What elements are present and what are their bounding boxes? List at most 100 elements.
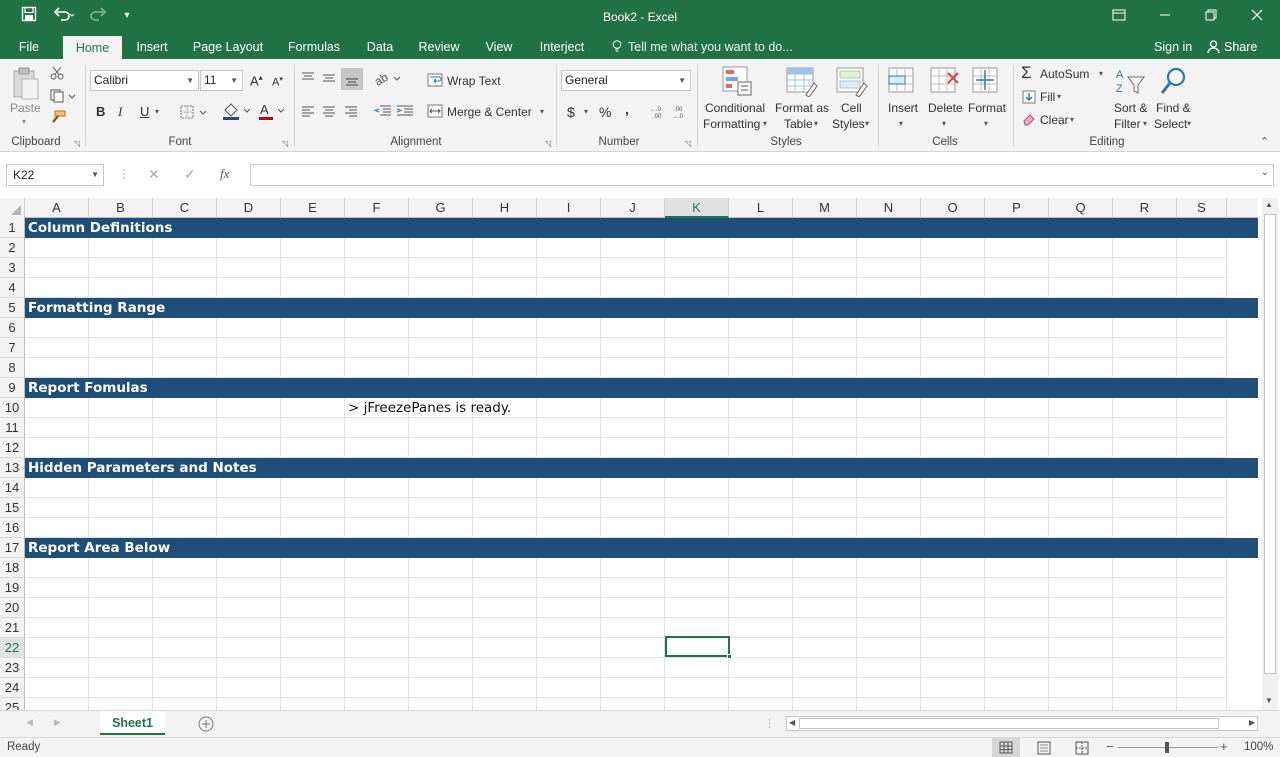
- cell[interactable]: [601, 558, 665, 578]
- clear-dropdown-icon[interactable]: ▾: [1070, 115, 1074, 124]
- cell[interactable]: [601, 278, 665, 298]
- cell[interactable]: [473, 278, 537, 298]
- cell[interactable]: [25, 338, 89, 358]
- cell[interactable]: [1113, 638, 1177, 658]
- cell[interactable]: [473, 498, 537, 518]
- cell[interactable]: [537, 658, 601, 678]
- cell[interactable]: [89, 278, 153, 298]
- section-header-row[interactable]: Hidden Parameters and Notes: [25, 458, 1258, 478]
- cell[interactable]: [601, 338, 665, 358]
- fill-icon[interactable]: [1022, 90, 1036, 107]
- cell[interactable]: [281, 258, 345, 278]
- cell[interactable]: [1113, 398, 1177, 418]
- column-header-s[interactable]: S: [1177, 198, 1227, 218]
- cell[interactable]: [89, 558, 153, 578]
- cell[interactable]: [793, 358, 857, 378]
- cell[interactable]: [601, 258, 665, 278]
- cell[interactable]: [473, 658, 537, 678]
- scroll-right-icon[interactable]: ▶: [1249, 718, 1255, 727]
- cell[interactable]: [217, 318, 281, 338]
- format-cells-icon[interactable]: [972, 67, 1002, 100]
- paste-dropdown-icon[interactable]: ▾: [22, 117, 26, 126]
- cell[interactable]: [729, 318, 793, 338]
- cell[interactable]: [857, 258, 921, 278]
- cell[interactable]: [985, 698, 1049, 710]
- column-header-g[interactable]: G: [409, 198, 473, 218]
- cell[interactable]: [793, 338, 857, 358]
- cell[interactable]: [921, 278, 985, 298]
- row-header-11[interactable]: 11: [0, 418, 25, 438]
- cell[interactable]: [985, 338, 1049, 358]
- cell[interactable]: [409, 338, 473, 358]
- cell[interactable]: [473, 438, 537, 458]
- cell[interactable]: [25, 398, 89, 418]
- cell[interactable]: [409, 618, 473, 638]
- cell[interactable]: [473, 518, 537, 538]
- cell[interactable]: [729, 498, 793, 518]
- cell[interactable]: [729, 678, 793, 698]
- sort-filter-icon[interactable]: AZ: [1114, 67, 1146, 100]
- horizontal-scrollbar[interactable]: ◀ ▶: [786, 716, 1258, 731]
- cell[interactable]: [217, 438, 281, 458]
- cell[interactable]: [89, 618, 153, 638]
- cell[interactable]: [345, 278, 409, 298]
- cell[interactable]: [345, 658, 409, 678]
- cell[interactable]: [857, 598, 921, 618]
- cell[interactable]: [985, 678, 1049, 698]
- autosum-icon[interactable]: Σ: [1021, 63, 1032, 83]
- scroll-thumb[interactable]: [1264, 214, 1276, 674]
- align-center-icon[interactable]: [321, 105, 337, 122]
- cell[interactable]: [537, 618, 601, 638]
- cell[interactable]: [217, 618, 281, 638]
- cell[interactable]: [153, 638, 217, 658]
- cell[interactable]: [409, 598, 473, 618]
- cell[interactable]: [473, 598, 537, 618]
- row-header-13[interactable]: 13: [0, 458, 25, 478]
- cell[interactable]: [857, 438, 921, 458]
- cell[interactable]: [537, 498, 601, 518]
- cell[interactable]: [345, 698, 409, 710]
- cell[interactable]: [409, 518, 473, 538]
- cell[interactable]: [921, 338, 985, 358]
- insert-dropdown-icon[interactable]: ▾: [899, 119, 903, 128]
- cell[interactable]: [1049, 678, 1113, 698]
- number-format-select[interactable]: General ▼: [561, 70, 691, 91]
- next-sheet-icon[interactable]: ▶: [54, 717, 61, 728]
- cell[interactable]: [25, 278, 89, 298]
- cell[interactable]: [217, 678, 281, 698]
- tab-review[interactable]: Review: [412, 35, 466, 59]
- insert-function-icon[interactable]: fx: [220, 166, 229, 182]
- column-header-n[interactable]: N: [857, 198, 921, 218]
- cell[interactable]: [345, 618, 409, 638]
- row-header-12[interactable]: 12: [0, 438, 25, 458]
- cell[interactable]: [1049, 658, 1113, 678]
- cell[interactable]: [217, 698, 281, 710]
- column-header-r[interactable]: R: [1113, 198, 1177, 218]
- cell[interactable]: [601, 598, 665, 618]
- cell[interactable]: [1049, 398, 1113, 418]
- cell[interactable]: [985, 398, 1049, 418]
- merge-dropdown-icon[interactable]: ▾: [540, 107, 544, 116]
- cell[interactable]: [89, 418, 153, 438]
- cell[interactable]: [1177, 698, 1227, 710]
- cell[interactable]: [281, 398, 345, 418]
- cell[interactable]: [1049, 698, 1113, 710]
- tab-formulas[interactable]: Formulas: [282, 35, 346, 59]
- cell[interactable]: [25, 698, 89, 710]
- fill-label[interactable]: Fill: [1040, 90, 1055, 104]
- cell[interactable]: [857, 578, 921, 598]
- insert-cells-icon[interactable]: [888, 67, 916, 100]
- column-header-c[interactable]: C: [153, 198, 217, 218]
- cell[interactable]: [281, 278, 345, 298]
- row-header-21[interactable]: 21: [0, 618, 25, 638]
- cell[interactable]: [857, 478, 921, 498]
- add-sheet-icon[interactable]: [198, 716, 214, 735]
- cell[interactable]: [89, 258, 153, 278]
- cell[interactable]: [25, 578, 89, 598]
- cell[interactable]: [153, 698, 217, 710]
- cell[interactable]: [921, 598, 985, 618]
- cell[interactable]: [793, 618, 857, 638]
- cell[interactable]: [1177, 438, 1227, 458]
- font-size-select[interactable]: 11 ▼: [200, 70, 243, 91]
- cell[interactable]: [281, 658, 345, 678]
